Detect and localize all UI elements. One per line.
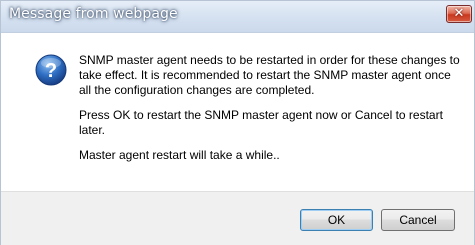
close-icon: ✕ xyxy=(453,6,465,21)
window-title: Message from webpage xyxy=(9,6,178,22)
button-bar: OK Cancel xyxy=(1,191,474,245)
question-icon: ? xyxy=(35,54,67,86)
message-text: SNMP master agent needs to be restarted … xyxy=(79,53,464,173)
close-button[interactable]: ✕ xyxy=(446,5,472,23)
message-paragraph-2: Press OK to restart the SNMP master agen… xyxy=(79,108,443,137)
message-paragraph-3: Master agent restart will take a while.. xyxy=(79,148,280,162)
title-bar[interactable]: Message from webpage ✕ xyxy=(1,1,474,33)
question-glyph: ? xyxy=(45,60,57,82)
message-dialog: Message from webpage ✕ ? SNMP master age… xyxy=(0,0,475,245)
ok-button[interactable]: OK xyxy=(300,209,373,231)
message-paragraph-1: SNMP master agent needs to be restarted … xyxy=(79,53,460,97)
dialog-content: ? SNMP master agent needs to be restarte… xyxy=(1,33,474,191)
cancel-button[interactable]: Cancel xyxy=(381,209,455,231)
